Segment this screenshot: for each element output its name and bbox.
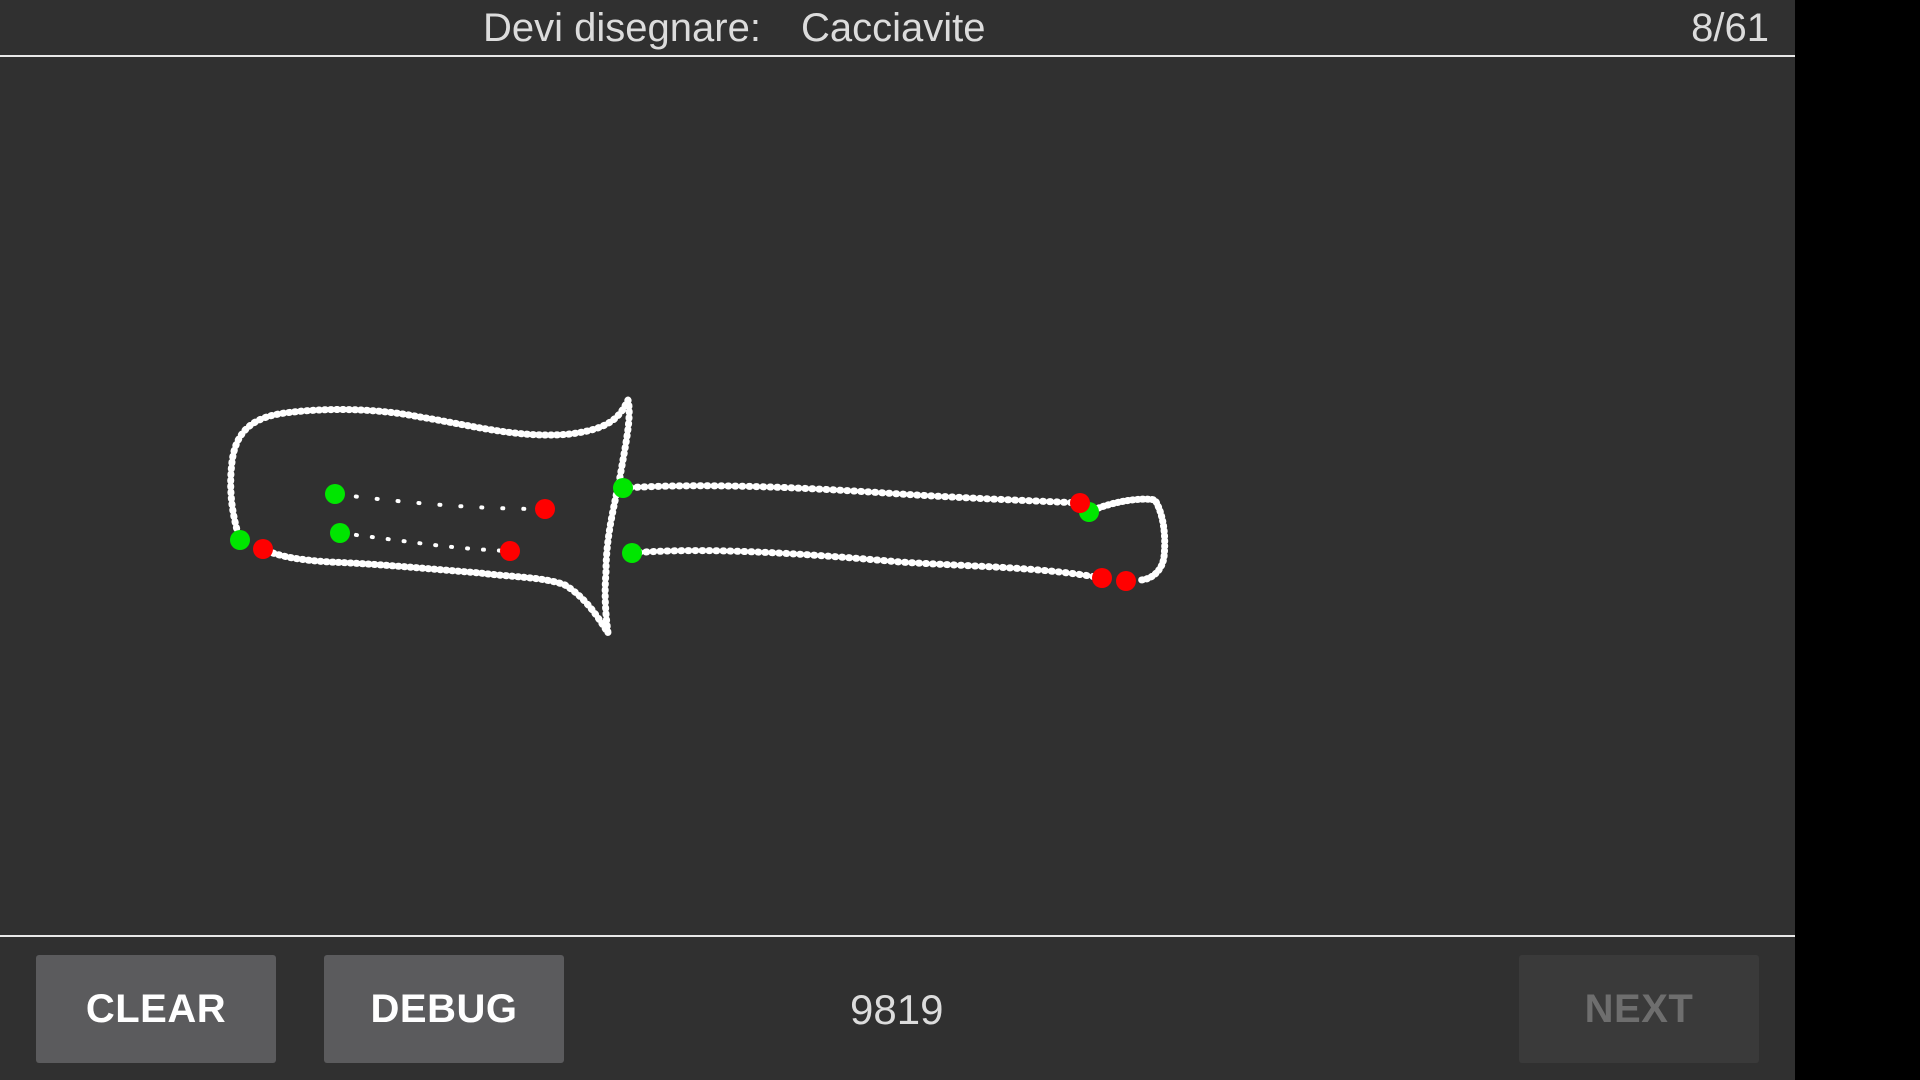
screen-edge [1795, 0, 1920, 1080]
stroke-blade-line-1 [333, 492, 547, 511]
end-marker [535, 499, 555, 519]
end-marker [1116, 571, 1136, 591]
end-marker [1092, 568, 1112, 588]
debug-button[interactable]: DEBUG [324, 955, 564, 1063]
drawing-canvas[interactable] [0, 57, 1795, 935]
prompt-word: Cacciavite [801, 6, 986, 50]
stroke-handle-end [1085, 495, 1169, 584]
footer-bar: CLEAR DEBUG 9819 NEXT [0, 935, 1795, 1080]
stroke-blade-line-2 [338, 531, 512, 553]
end-marker [500, 541, 520, 561]
end-marker [253, 539, 273, 559]
next-button[interactable]: NEXT [1519, 955, 1759, 1063]
prompt-label: Devi disegnare: [483, 6, 761, 50]
start-marker [230, 530, 250, 550]
start-marker [330, 523, 350, 543]
stroke-handle-top [619, 482, 1084, 507]
stroke-end-markers [253, 493, 1136, 591]
end-marker [1070, 493, 1090, 513]
score-value: 9819 [850, 986, 944, 1033]
clear-button[interactable]: CLEAR [36, 955, 276, 1063]
app-screen: Devi disegnare: Cacciavite 8/61 CLEAR DE… [0, 0, 1795, 1080]
header-bar: Devi disegnare: Cacciavite 8/61 [0, 0, 1795, 57]
stroke-handle-bottom [628, 547, 1106, 582]
drawing-svg [227, 396, 1169, 637]
stroke-blade-outline [227, 396, 633, 637]
start-marker [622, 543, 642, 563]
start-marker [613, 478, 633, 498]
start-marker [325, 484, 345, 504]
progress-counter: 8/61 [1691, 6, 1769, 50]
